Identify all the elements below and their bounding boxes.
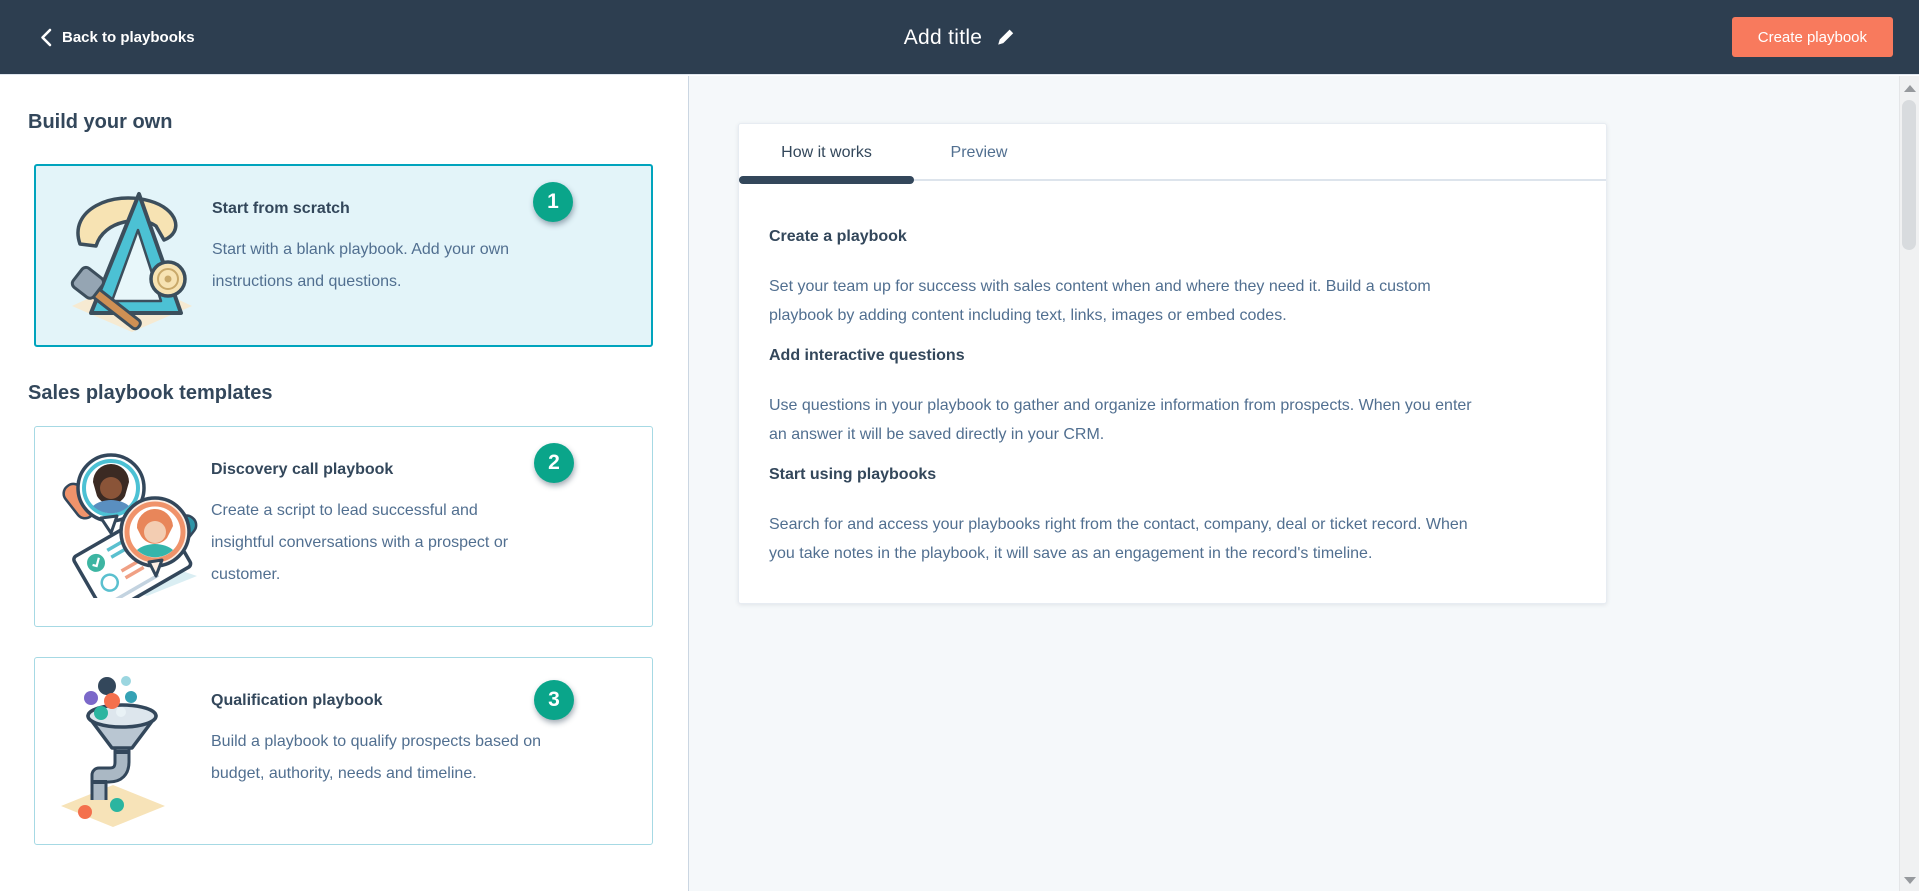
vertical-scrollbar[interactable] bbox=[1899, 76, 1919, 891]
card-title: Discovery call playbook bbox=[211, 461, 551, 479]
active-tab-indicator bbox=[739, 176, 914, 184]
build-your-own-heading: Build your own bbox=[28, 108, 688, 136]
step-badge-2: 2 bbox=[534, 443, 574, 483]
create-playbook-button[interactable]: Create playbook bbox=[1732, 17, 1893, 57]
how-it-works-card: How it works Preview Create a playbook S… bbox=[738, 123, 1607, 604]
tab-how-it-works[interactable]: How it works bbox=[739, 124, 914, 181]
details-panel: How it works Preview Create a playbook S… bbox=[689, 76, 1919, 891]
playbook-title-placeholder[interactable]: Add title bbox=[904, 26, 983, 50]
section-heading-questions: Add interactive questions bbox=[769, 347, 1578, 365]
card-description: Start with a blank playbook. Add your ow… bbox=[212, 234, 544, 298]
card-description: Create a script to lead successful and i… bbox=[211, 495, 543, 591]
card-title: Start from scratch bbox=[212, 200, 552, 218]
section-body-create: Set your team up for success with sales … bbox=[769, 272, 1493, 330]
card-title: Qualification playbook bbox=[211, 692, 551, 710]
tab-preview[interactable]: Preview bbox=[914, 124, 1044, 181]
card-description: Build a playbook to qualify prospects ba… bbox=[211, 726, 543, 790]
scrollbar-thumb[interactable] bbox=[1902, 100, 1916, 250]
arrow-down-icon[interactable] bbox=[1904, 877, 1916, 884]
playbook-title-editor[interactable]: Add title bbox=[0, 0, 1919, 75]
pencil-icon[interactable] bbox=[996, 28, 1015, 47]
step-badge-3: 3 bbox=[534, 680, 574, 720]
drafting-tools-illustration bbox=[56, 182, 206, 332]
section-body-start-using: Search for and access your playbooks rig… bbox=[769, 510, 1493, 568]
how-it-works-content: Create a playbook Set your team up for s… bbox=[739, 181, 1606, 568]
step-badge-1: 1 bbox=[533, 182, 573, 222]
qualification-funnel-illustration bbox=[55, 674, 205, 824]
section-body-questions: Use questions in your playbook to gather… bbox=[769, 391, 1493, 449]
info-tabs: How it works Preview bbox=[739, 124, 1606, 181]
discovery-call-illustration bbox=[55, 443, 205, 593]
card-qualification-playbook[interactable]: Qualification playbook Build a playbook … bbox=[34, 657, 653, 845]
section-heading-create: Create a playbook bbox=[769, 228, 1578, 246]
sales-playbook-templates-heading: Sales playbook templates bbox=[28, 379, 688, 407]
arrow-up-icon[interactable] bbox=[1904, 85, 1916, 92]
card-discovery-call-playbook[interactable]: Discovery call playbook Create a script … bbox=[34, 426, 653, 627]
top-navigation-bar: Back to playbooks Add title Create playb… bbox=[0, 0, 1919, 75]
section-heading-start-using: Start using playbooks bbox=[769, 466, 1578, 484]
card-start-from-scratch[interactable]: Start from scratch Start with a blank pl… bbox=[34, 164, 653, 347]
template-chooser-panel: Build your own Start from scratch Start … bbox=[0, 76, 689, 891]
